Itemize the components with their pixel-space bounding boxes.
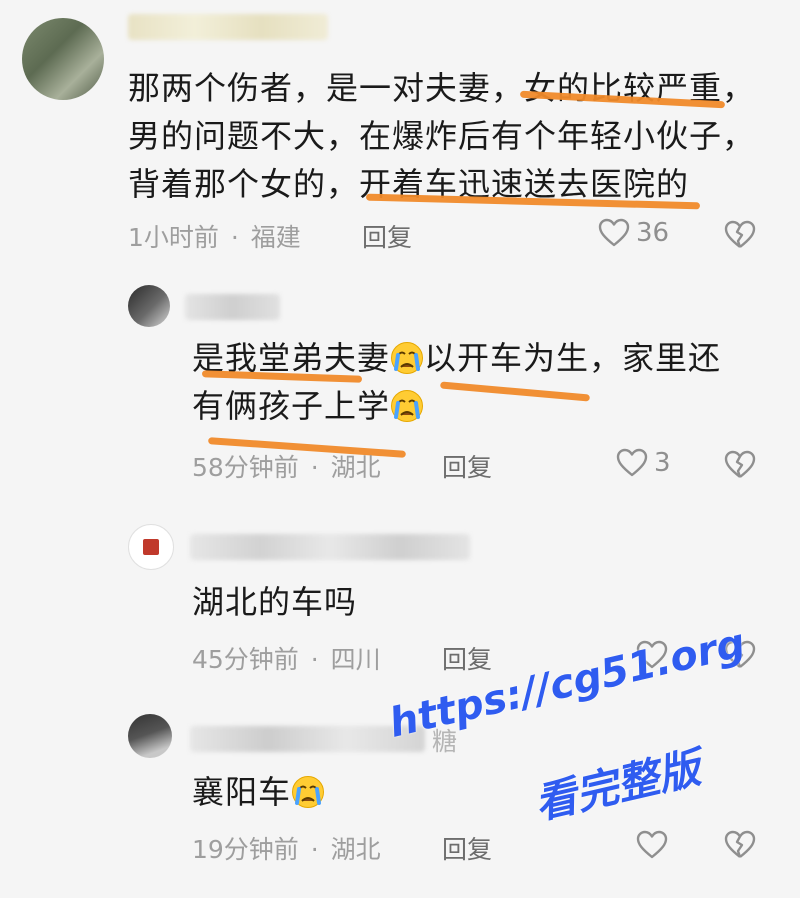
dislike-button[interactable] (724, 220, 756, 254)
comment-3-text: 湖北的车吗 (192, 583, 358, 621)
reply-button[interactable]: 回复 (362, 218, 412, 254)
like-button[interactable]: 3 (616, 448, 671, 478)
like-button[interactable] (636, 830, 674, 860)
separator: · (310, 453, 319, 482)
like-button[interactable]: 36 (598, 218, 669, 248)
username-blurred[interactable] (128, 14, 328, 40)
comment-meta: 1小时前 · 福建 (128, 218, 301, 254)
watermark-url: https://cg51.org (385, 620, 750, 747)
separator: · (310, 645, 319, 674)
comment-time: 45分钟前 (192, 645, 299, 674)
dislike-button[interactable] (724, 450, 756, 484)
broken-heart-icon (724, 220, 756, 248)
separator: · (310, 835, 319, 864)
broken-heart-icon (724, 830, 756, 858)
username-blurred[interactable] (190, 534, 470, 560)
comment-2-text-b: 以开车为生，家里还 (424, 339, 722, 377)
broken-heart-icon (724, 450, 756, 478)
comment-location: 湖北 (330, 453, 381, 482)
like-count: 3 (654, 448, 671, 478)
avatar[interactable] (128, 285, 170, 327)
comment-meta: 58分钟前 · 湖北 (192, 448, 381, 484)
username-blurred[interactable] (185, 294, 280, 320)
comment-location: 福建 (250, 223, 301, 252)
comment-location: 湖北 (330, 835, 381, 864)
heart-icon (636, 830, 668, 859)
comment-1-line-2: 男的问题不大，在爆炸后有个年轻小伙子， (128, 117, 756, 155)
watermark-slogan: 看完整版 (530, 742, 705, 829)
avatar[interactable] (128, 524, 174, 570)
comment-2-line-2: 有俩孩子上学 (192, 382, 424, 430)
comment-meta: 45分钟前 · 四川 (192, 640, 381, 676)
avatar-mark (143, 539, 159, 555)
heart-icon (598, 218, 630, 247)
comment-location: 四川 (330, 645, 381, 674)
comment-time: 1小时前 (128, 223, 219, 252)
comment-meta: 19分钟前 · 湖北 (192, 830, 381, 866)
comment-4-line: 襄阳车 (192, 768, 325, 816)
separator: · (230, 223, 239, 252)
crying-emoji-icon (291, 774, 325, 808)
crying-emoji-icon (390, 388, 424, 422)
comment-2-text-c: 有俩孩子上学 (192, 387, 391, 425)
dislike-button[interactable] (724, 830, 756, 864)
comment-4-text: 襄阳车 (192, 773, 292, 811)
reply-button[interactable]: 回复 (442, 448, 492, 484)
like-count: 36 (636, 218, 670, 248)
highlight-underline (439, 381, 591, 402)
username-blurred[interactable] (190, 726, 425, 752)
avatar[interactable] (128, 714, 172, 758)
heart-icon (616, 448, 648, 477)
comment-time: 19分钟前 (192, 835, 299, 864)
reply-button[interactable]: 回复 (442, 830, 492, 866)
comment-time: 58分钟前 (192, 453, 299, 482)
avatar[interactable] (22, 18, 104, 100)
reply-button[interactable]: 回复 (442, 640, 492, 676)
crying-emoji-icon (390, 340, 424, 374)
